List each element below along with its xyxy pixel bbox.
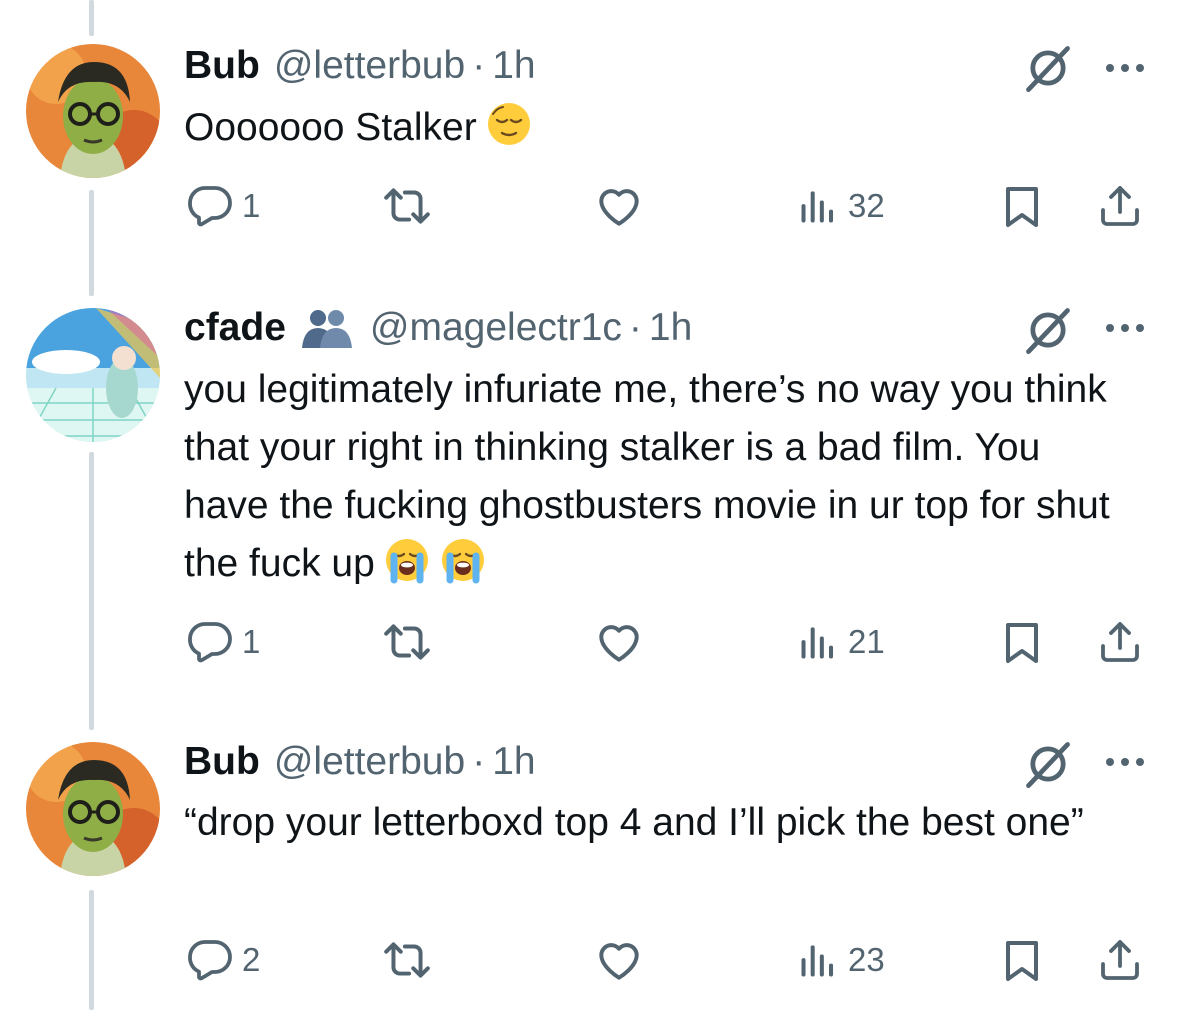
bookmark-button[interactable] [998, 178, 1046, 234]
like-button[interactable] [594, 614, 644, 670]
action-bar: 1 21 [0, 614, 1179, 670]
more-icon[interactable] [1104, 756, 1146, 768]
views-icon [796, 620, 840, 664]
action-bar: 2 23 [0, 932, 1179, 988]
like-button[interactable] [594, 932, 644, 988]
grok-icon[interactable] [1022, 42, 1074, 94]
bookmark-icon [998, 618, 1046, 666]
share-icon [1096, 936, 1144, 984]
tweet[interactable]: Bub @letterbub · 1h Ooooooo Stalker 1 32 [0, 0, 1179, 270]
reply-button[interactable]: 2 [186, 932, 260, 988]
loudly-crying-face-emoji [383, 536, 431, 584]
repost-button[interactable] [382, 932, 432, 988]
like-button[interactable] [594, 178, 644, 234]
reply-button[interactable]: 1 [186, 178, 260, 234]
share-button[interactable] [1096, 614, 1144, 670]
tweet-header: Bub @letterbub · 1h [184, 41, 536, 91]
like-icon [594, 181, 644, 231]
more-icon[interactable] [1104, 322, 1146, 334]
bookmark-icon [998, 182, 1046, 230]
avatar[interactable] [26, 44, 160, 178]
views-button[interactable]: 21 [796, 614, 885, 670]
repost-button[interactable] [382, 178, 432, 234]
user-handle[interactable]: @letterbub [274, 44, 465, 88]
timestamp[interactable]: 1h [492, 44, 535, 88]
timestamp[interactable]: 1h [649, 306, 692, 350]
tweet-body: Ooooooo Stalker [184, 106, 477, 149]
display-name[interactable]: Bub [184, 44, 260, 88]
avatar-image [26, 742, 160, 876]
user-handle[interactable]: @letterbub [274, 740, 465, 784]
separator: · [472, 740, 486, 783]
views-icon [796, 184, 840, 228]
share-icon [1096, 182, 1144, 230]
two-people-hugging-icon[interactable] [298, 306, 356, 350]
tweet[interactable]: cfade @magelectr1c · 1h you legitimately… [0, 296, 1179, 716]
more-icon[interactable] [1104, 62, 1146, 74]
bookmark-button[interactable] [998, 614, 1046, 670]
repost-icon [382, 617, 432, 667]
grok-icon[interactable] [1022, 738, 1074, 790]
views-icon [796, 938, 840, 982]
reply-button[interactable]: 1 [186, 614, 260, 670]
tweet-body: you legitimately infuriate me, there’s n… [184, 368, 1110, 585]
views-button[interactable]: 32 [796, 178, 885, 234]
like-icon [594, 935, 644, 985]
view-count: 21 [848, 623, 885, 660]
separator: · [472, 44, 486, 87]
tweet-text: Ooooooo Stalker [184, 99, 1124, 157]
repost-icon [382, 181, 432, 231]
share-button[interactable] [1096, 932, 1144, 988]
tweet-text: “drop your letterboxd top 4 and I’ll pic… [184, 794, 1084, 852]
action-bar: 1 32 [0, 178, 1179, 234]
bookmark-button[interactable] [998, 932, 1046, 988]
display-name[interactable]: Bub [184, 740, 260, 784]
display-name[interactable]: cfade [184, 306, 286, 350]
repost-icon [382, 935, 432, 985]
separator: · [628, 306, 642, 349]
reply-icon [186, 182, 234, 230]
view-count: 32 [848, 187, 885, 224]
avatar[interactable] [26, 742, 160, 876]
repost-button[interactable] [382, 614, 432, 670]
relieved-face-emoji [485, 100, 533, 148]
views-button[interactable]: 23 [796, 932, 885, 988]
tweet-text: you legitimately infuriate me, there’s n… [184, 361, 1124, 593]
tweet-header: Bub @letterbub · 1h [184, 737, 536, 787]
reply-icon [186, 936, 234, 984]
avatar-image [26, 44, 160, 178]
tweet[interactable]: Bub @letterbub · 1h “drop your letterbox… [0, 730, 1179, 1010]
user-handle[interactable]: @magelectr1c [370, 306, 622, 350]
bookmark-icon [998, 936, 1046, 984]
reply-count: 1 [242, 623, 261, 660]
tweet-body: “drop your letterboxd top 4 and I’ll pic… [184, 801, 1084, 844]
share-button[interactable] [1096, 178, 1144, 234]
reply-icon [186, 618, 234, 666]
tweet-header: cfade @magelectr1c · 1h [184, 303, 692, 353]
grok-icon[interactable] [1022, 304, 1074, 356]
like-icon [594, 617, 644, 667]
timestamp[interactable]: 1h [492, 740, 535, 784]
reply-count: 1 [242, 187, 261, 224]
view-count: 23 [848, 941, 885, 978]
share-icon [1096, 618, 1144, 666]
reply-count: 2 [242, 941, 261, 978]
avatar-image [26, 308, 160, 442]
loudly-crying-face-emoji [439, 536, 487, 584]
avatar[interactable] [26, 308, 160, 442]
